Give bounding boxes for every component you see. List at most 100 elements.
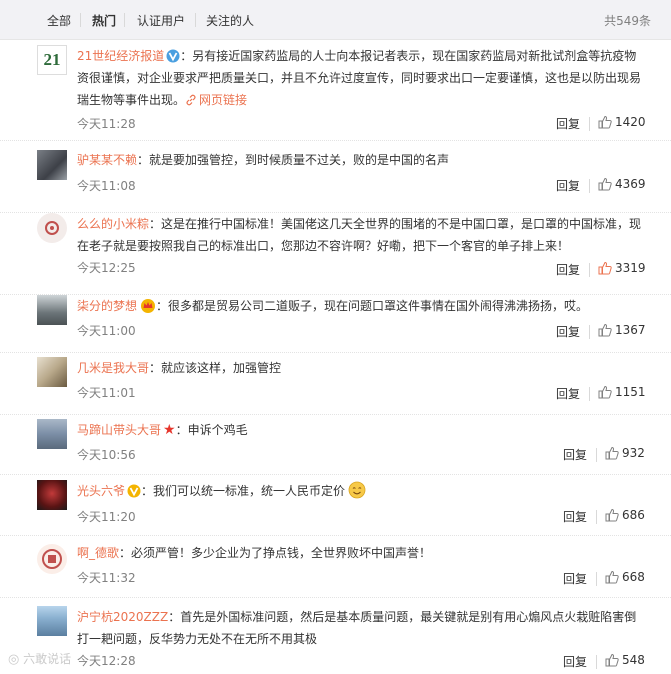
comment-text: 啊_德歌：必须严管！多少企业为了挣点钱，全世界败坏中国声誉！ [77,546,432,560]
comment-item: 啊_德歌：必须严管！多少企业为了挣点钱，全世界败坏中国声誉！ 今天11:32 回… [0,536,671,598]
link-icon [186,94,196,106]
like-count: 548 [622,653,645,667]
like-count: 3319 [615,261,646,275]
reply-button[interactable]: 回复 [556,115,580,132]
action-divider [589,117,590,131]
avatar[interactable] [37,419,67,449]
comment-item: 柒分的梦想 ：很多都是贸易公司二道贩子，现在问题口罩这件事情在国外闹得沸沸扬扬，哎… [0,295,671,353]
like-button[interactable]: 932 [605,446,645,460]
action-divider [596,572,597,586]
reply-button[interactable]: 回复 [556,385,580,402]
comment-text: 么么的小米粽：这是在推行中国标准！美国佬这几天全世界的围堵的不是中国口罩，是口罩… [77,217,642,253]
username[interactable]: 驴某某不赖 [77,153,137,167]
tab-hot[interactable]: 热门 [92,12,116,29]
action-divider [589,325,590,339]
comment-text: 光头六爷 ：我们可以统一标准，统一人民币定价 [77,480,647,502]
username[interactable]: 沪宁杭2020ZZZ [77,610,168,624]
avatar[interactable] [37,213,67,243]
tab-all[interactable]: 全部 [47,12,71,29]
thumb-up-icon [605,508,619,522]
avatar[interactable]: 21 [37,45,67,75]
username[interactable]: 柒分的梦想 [77,299,137,313]
username[interactable]: 啊_德歌 [77,546,119,560]
comment-time: 今天10:56 [77,448,136,462]
like-button[interactable]: 668 [605,570,645,584]
avatar[interactable] [37,606,67,636]
action-divider [589,387,590,401]
tab-divider [124,13,125,27]
username[interactable]: 马蹄山带头大哥 [77,423,161,437]
thumb-up-icon [598,177,612,191]
like-count: 1420 [615,115,646,129]
action-divider [596,510,597,524]
comment-text: 几米是我大哥：就应该这样，加强管控 [77,361,282,375]
avatar-seal-icon [42,549,62,569]
tab-divider [195,13,196,27]
watermark-icon: ◎ [8,652,20,667]
web-link[interactable]: 网页链接 [185,93,247,107]
star-badge-icon: ★ [163,422,176,438]
avatar[interactable] [37,295,67,325]
comment-time: 今天11:08 [77,179,136,193]
tab-divider [80,13,81,27]
comment-item: 光头六爷 ：我们可以统一标准，统一人民币定价 今天11:20 回复 686 [0,475,671,536]
reply-button[interactable]: 回复 [556,177,580,194]
comment-item: 几米是我大哥：就应该这样，加强管控 今天11:01 回复 1151 [0,353,671,415]
reply-button[interactable]: 回复 [563,508,587,525]
comment-time: 今天11:20 [77,510,136,524]
action-divider [596,448,597,462]
action-divider [596,655,597,669]
like-count: 932 [622,446,645,460]
reply-button[interactable]: 回复 [563,446,587,463]
comment-item: 驴某某不赖：就是要加强管控，到时候质量不过关，败的是中国的名声 今天11:08 … [0,141,671,213]
watermark: ◎ 六敢说话 [8,652,72,667]
thumb-up-icon [605,446,619,460]
tab-verified[interactable]: 认证用户 [137,12,185,29]
comment-total-count: 共549条 [604,14,651,28]
comment-item: 沪宁杭2020ZZZ：首先是外国标准问题，然后是基本质量问题，最关键就是别有用心… [0,598,671,674]
reply-button[interactable]: 回复 [563,570,587,587]
username[interactable]: 几米是我大哥 [77,361,149,375]
thumb-up-icon [598,115,612,129]
avatar[interactable] [37,357,67,387]
like-count: 686 [622,508,645,522]
reply-button[interactable]: 回复 [563,653,587,670]
thumb-up-icon [605,653,619,667]
smile-emoji-icon [348,481,366,499]
verified-badge-icon [166,49,180,63]
thumb-up-icon [598,323,612,337]
tab-following[interactable]: 关注的人 [206,12,254,29]
reply-button[interactable]: 回复 [556,261,580,278]
like-count: 4369 [615,177,646,191]
like-button[interactable]: 1367 [598,323,646,337]
reply-button[interactable]: 回复 [556,323,580,340]
avatar[interactable] [37,544,67,574]
like-button[interactable]: 1420 [598,115,646,129]
comment-time: 今天11:00 [77,324,136,338]
comment-time: 今天12:28 [77,654,136,668]
username[interactable]: 光头六爷 [77,484,125,498]
comment-text: 21世纪经济报道 ：另有接近国家药监局的人士向本报记者表示，现在国家药监局对新批试… [77,49,642,107]
like-count: 1151 [615,385,646,399]
like-button[interactable]: 3319 [598,261,646,275]
avatar[interactable] [37,480,67,510]
thumb-up-icon [605,570,619,584]
like-button[interactable]: 4369 [598,177,646,191]
comment-text: 沪宁杭2020ZZZ：首先是外国标准问题，然后是基本质量问题，最关键就是别有用心… [77,610,637,646]
like-count: 1367 [615,323,646,337]
verified-badge-icon [127,484,141,498]
thumb-up-icon [598,261,612,275]
action-divider [589,263,590,277]
comment-time: 今天11:32 [77,571,136,585]
username[interactable]: 么么的小米粽 [77,217,149,231]
thumb-up-icon [598,385,612,399]
username[interactable]: 21世纪经济报道 [77,49,164,63]
comment-text: 柒分的梦想 ：很多都是贸易公司二道贩子，现在问题口罩这件事情在国外闹得沸沸扬扬，哎… [77,299,589,313]
comment-filter-bar: 全部 热门 认证用户 关注的人 共549条 [0,0,671,40]
like-button[interactable]: 548 [605,653,645,667]
comment-time: 今天12:25 [77,261,136,275]
like-button[interactable]: 1151 [598,385,646,399]
avatar[interactable] [37,150,67,180]
like-count: 668 [622,570,645,584]
like-button[interactable]: 686 [605,508,645,522]
